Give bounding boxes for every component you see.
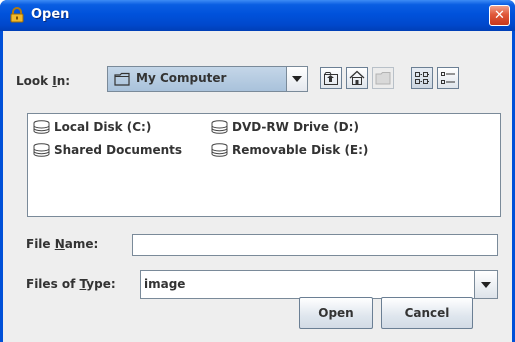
- look-in-value: My Computer: [136, 71, 227, 85]
- cancel-button[interactable]: Cancel: [381, 297, 473, 329]
- list-item-label: Local Disk (C:): [54, 120, 152, 134]
- open-dialog: Open ✕ Look In: My Computer Local Disk (…: [0, 0, 515, 342]
- list-item-label: Shared Documents: [54, 143, 183, 157]
- list-item-label: Removable Disk (E:): [232, 143, 369, 157]
- window-title: Open: [31, 7, 70, 22]
- up-one-level-button[interactable]: [320, 67, 342, 89]
- drive-icon: [33, 143, 50, 157]
- list-item[interactable]: Shared Documents: [33, 143, 182, 157]
- list-view-button[interactable]: [411, 67, 433, 89]
- look-in-label: Look In:: [16, 74, 71, 88]
- file-list[interactable]: Local Disk (C:) DVD-RW Drive (D:) Shared…: [27, 113, 501, 217]
- file-type-dropdown-button[interactable]: [474, 271, 497, 298]
- file-type-value: image: [144, 277, 186, 291]
- chevron-down-icon: [292, 76, 302, 82]
- folder-icon: [114, 72, 130, 86]
- home-button[interactable]: [346, 67, 368, 89]
- title-bar[interactable]: Open ✕: [0, 0, 515, 31]
- close-button[interactable]: ✕: [489, 5, 510, 26]
- file-type-select[interactable]: image: [140, 270, 498, 299]
- look-in-combo[interactable]: My Computer: [107, 66, 308, 92]
- up-one-level-icon: [324, 72, 338, 85]
- file-type-label: Files of Type:: [26, 277, 116, 291]
- details-view-button[interactable]: [437, 67, 459, 89]
- file-name-label: File Name:: [26, 237, 99, 251]
- dialog-body: Look In: My Computer Local Disk (C:) DVD…: [3, 31, 512, 342]
- details-view-icon: [441, 72, 455, 84]
- drive-icon: [33, 120, 50, 134]
- open-button[interactable]: Open: [299, 297, 373, 329]
- list-view-icon: [415, 72, 429, 84]
- drive-icon: [211, 120, 228, 134]
- lock-icon: [10, 7, 24, 23]
- new-folder-icon: [375, 72, 391, 85]
- list-item[interactable]: DVD-RW Drive (D:): [211, 120, 359, 134]
- look-in-dropdown-button[interactable]: [286, 67, 307, 91]
- new-folder-button[interactable]: [372, 67, 394, 89]
- list-item-label: DVD-RW Drive (D:): [232, 120, 359, 134]
- file-name-input[interactable]: [132, 234, 498, 256]
- chevron-down-icon: [481, 281, 491, 288]
- close-icon: ✕: [494, 8, 505, 23]
- drive-icon: [211, 143, 228, 157]
- list-item[interactable]: Local Disk (C:): [33, 120, 151, 134]
- list-item[interactable]: Removable Disk (E:): [211, 143, 368, 157]
- home-icon: [349, 70, 365, 85]
